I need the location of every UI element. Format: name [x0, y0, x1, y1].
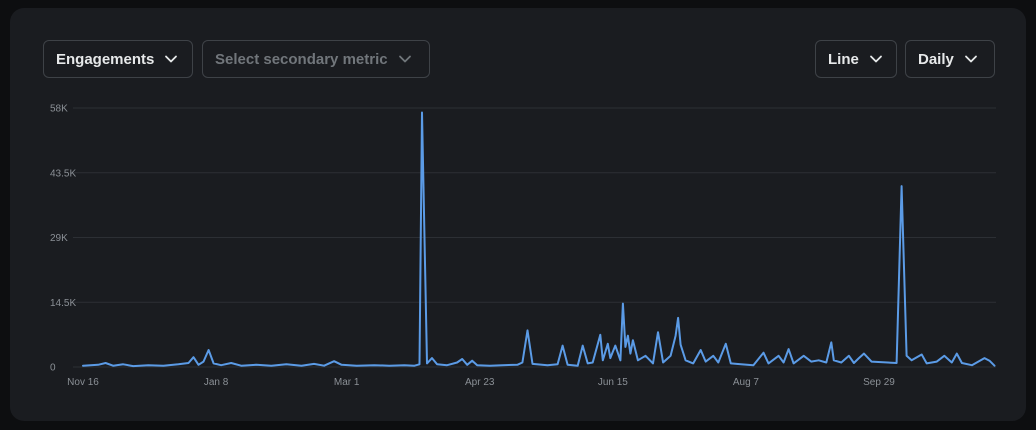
- x-tick-label: Nov 16: [67, 377, 99, 388]
- y-tick-label: 58K: [50, 104, 68, 115]
- y-tick-label: 43.5K: [50, 168, 76, 179]
- y-tick-label: 29K: [50, 233, 68, 244]
- chart-card: Engagements Select secondary metric Line…: [10, 8, 1026, 421]
- x-tick-label: Mar 1: [334, 377, 360, 388]
- x-tick-label: Sep 29: [863, 377, 895, 388]
- x-tick-label: Jun 15: [598, 377, 628, 388]
- x-tick-label: Apr 23: [465, 377, 495, 388]
- x-tick-label: Jan 8: [204, 377, 229, 388]
- x-tick-label: Aug 7: [733, 377, 760, 388]
- y-tick-label: 14.5K: [50, 298, 76, 309]
- y-tick-label: 0: [50, 363, 56, 374]
- series-line-engagements: [82, 111, 996, 368]
- engagements-line-chart: 0 14.5K 29K 43.5K 58K Nov 16 Jan 8 Mar 1 Apr 23 J…: [50, 104, 996, 388]
